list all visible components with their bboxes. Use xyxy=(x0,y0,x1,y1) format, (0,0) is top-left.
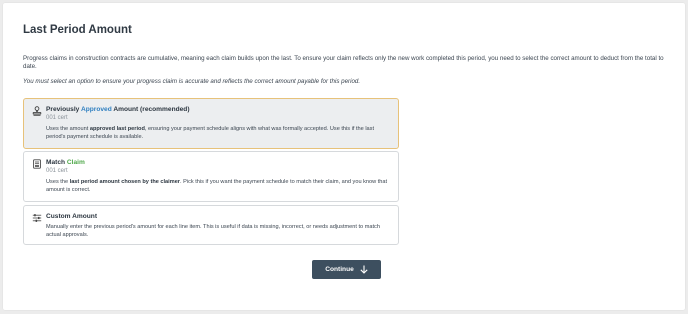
option-match-claim[interactable]: Match Claim 001 cert Uses the last perio… xyxy=(23,151,399,202)
option-title-text: Match xyxy=(46,159,67,166)
continue-button[interactable]: Continue xyxy=(312,260,381,279)
option-title: Previously Approved Amount (recommended) xyxy=(46,106,190,113)
option-description: Manually enter the previous period's amo… xyxy=(46,223,392,239)
option-custom-amount[interactable]: Custom Amount Manually enter the previou… xyxy=(23,205,399,245)
option-description: Uses the amount approved last period, en… xyxy=(46,125,392,141)
intro-text: Progress claims in construction contract… xyxy=(23,55,664,70)
instruction-note: You must select an option to ensure your… xyxy=(23,78,361,85)
option-title: Custom Amount xyxy=(46,213,97,220)
sliders-icon xyxy=(32,214,42,222)
option-title-highlight: Claim xyxy=(66,159,85,166)
description-emphasis: approved last period xyxy=(89,126,145,132)
option-previously-approved[interactable]: Previously Approved Amount (recommended)… xyxy=(23,98,399,149)
option-title: Match Claim xyxy=(46,159,85,166)
description-text: Uses the amount xyxy=(46,126,90,132)
description-emphasis: last period amount chosen by the claimer xyxy=(69,179,180,185)
option-title-text: Previously xyxy=(46,106,81,113)
option-subtitle: 001 cert xyxy=(46,115,68,121)
description-text: Manually enter the previous period's amo… xyxy=(46,224,380,238)
document-icon xyxy=(33,159,41,169)
option-subtitle: 001 cert xyxy=(46,168,68,174)
option-title-text: Custom Amount xyxy=(46,213,98,220)
option-title-suffix: Amount (recommended) xyxy=(111,106,190,113)
option-description: Uses the last period amount chosen by th… xyxy=(46,178,392,194)
last-period-amount-panel: Last Period Amount Progress claims in co… xyxy=(3,3,685,310)
option-title-highlight: Approved xyxy=(80,106,112,113)
arrow-down-icon xyxy=(360,265,368,274)
page-title: Last Period Amount xyxy=(23,24,132,36)
stamp-icon xyxy=(32,106,42,116)
continue-button-label: Continue xyxy=(325,266,354,273)
description-text: Uses the xyxy=(46,179,70,185)
